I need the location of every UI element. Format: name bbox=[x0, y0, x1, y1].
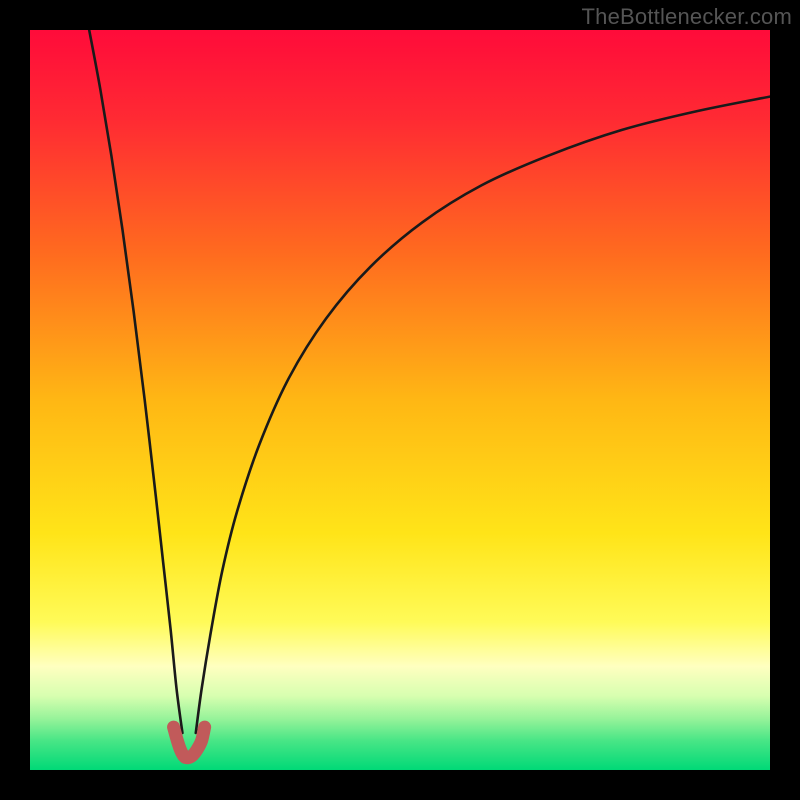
curves-layer bbox=[30, 30, 770, 770]
curve-left-branch bbox=[89, 30, 182, 733]
watermark-text: TheBottlenecker.com bbox=[582, 4, 792, 30]
curve-right-branch bbox=[196, 97, 770, 733]
chart-stage: TheBottlenecker.com bbox=[0, 0, 800, 800]
notch-curve bbox=[174, 727, 205, 758]
plot-area bbox=[30, 30, 770, 770]
